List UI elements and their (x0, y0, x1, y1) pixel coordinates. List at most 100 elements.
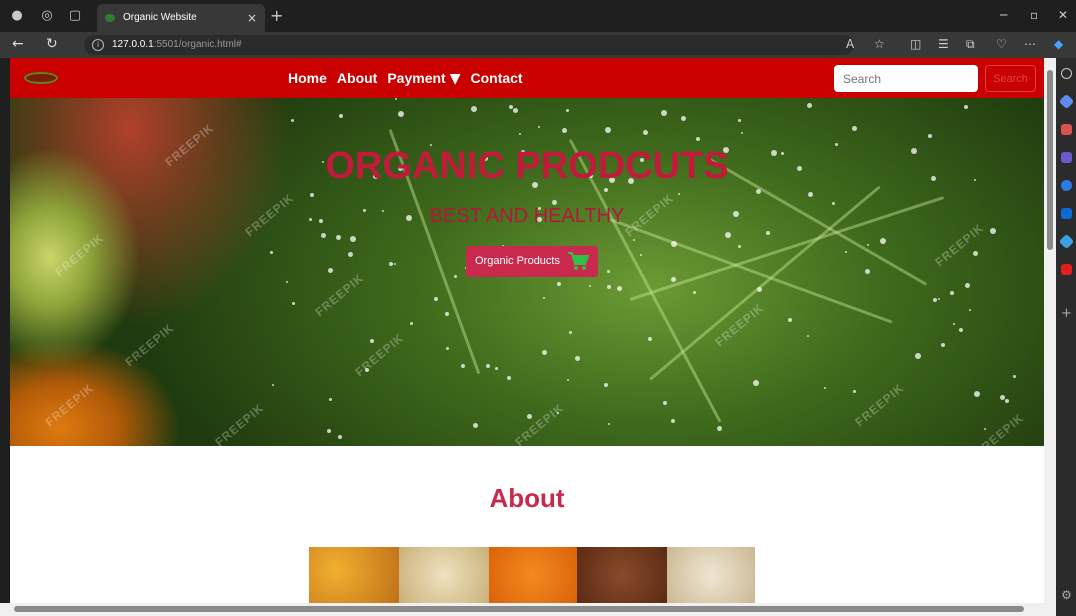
water-drop (807, 191, 813, 197)
close-tab-icon[interactable]: × (247, 4, 257, 32)
browser-tab-bar: ● ◎ ▢ Organic Website × + ─ ▫ ✕ (0, 0, 1076, 32)
water-drop (680, 115, 686, 121)
water-drop (338, 114, 343, 119)
new-tab-icon[interactable]: + (270, 6, 283, 25)
settings-gear-icon[interactable]: ⚙ (1061, 589, 1072, 601)
water-drop (543, 297, 546, 300)
water-drop (433, 297, 438, 302)
water-drop (335, 235, 341, 241)
water-drop (526, 414, 532, 420)
url-host: 127.0.0.1 (112, 39, 154, 50)
grains-image (309, 547, 755, 603)
scrollbar-thumb[interactable] (1047, 70, 1053, 250)
water-drop (349, 235, 356, 242)
water-drop (272, 384, 275, 387)
search-button[interactable]: Search (985, 65, 1036, 92)
corn-grains (309, 547, 399, 603)
telegram-icon[interactable] (1058, 233, 1075, 250)
youtube-icon[interactable] (1061, 264, 1072, 275)
water-drop (569, 331, 573, 335)
restore-icon[interactable]: ▫ (1030, 8, 1038, 22)
water-drop (270, 251, 274, 255)
water-drop (290, 118, 294, 122)
refresh-icon[interactable]: ↻ (46, 36, 58, 52)
nav-about[interactable]: About (337, 70, 377, 86)
minimize-icon[interactable]: ─ (1000, 8, 1007, 22)
water-drop (864, 268, 870, 274)
water-drop (507, 375, 512, 380)
water-drop (662, 400, 667, 405)
water-drop (940, 343, 945, 348)
freepik-watermark: FREEPIK (712, 300, 767, 350)
rice (667, 547, 755, 603)
tab-title: Organic Website (123, 12, 197, 23)
outlook-icon[interactable] (1061, 208, 1072, 219)
tag-icon[interactable] (1058, 93, 1075, 110)
organic-products-button[interactable]: Organic Products (466, 246, 598, 277)
more-options-icon[interactable]: ⋯ (1024, 37, 1036, 51)
buckwheat (577, 547, 667, 603)
nav-home[interactable]: Home (288, 70, 327, 86)
water-drop (844, 251, 847, 254)
freepik-watermark: FREEPIK (312, 270, 367, 320)
water-drop (603, 187, 608, 192)
water-drop (737, 119, 741, 123)
workspaces-icon[interactable]: ◎ (38, 7, 56, 25)
read-aloud-icon[interactable]: A (846, 37, 854, 51)
browser-sidebar: + ⚙ (1056, 58, 1076, 616)
copilot-icon[interactable]: ◆ (1054, 37, 1063, 51)
profile-icon[interactable]: ● (8, 7, 26, 25)
freepik-watermark: FREEPIK (352, 330, 407, 380)
search-icon[interactable] (1061, 68, 1072, 79)
scrollbar-thumb-h[interactable] (14, 606, 1024, 612)
water-drop (879, 238, 886, 245)
water-drop (292, 302, 296, 306)
collections-icon[interactable]: ⧉ (966, 37, 975, 52)
water-drop (671, 241, 678, 248)
water-drop (983, 427, 986, 430)
shopping-icon[interactable] (1061, 124, 1072, 135)
water-drop (575, 356, 581, 362)
address-toolbar: ← ↻ i 127.0.0.1:5501/organic.html# A ☆ ◫… (0, 32, 1076, 58)
water-drop (606, 270, 610, 274)
search-input[interactable] (834, 65, 978, 92)
water-drop (740, 131, 743, 134)
vertical-scrollbar[interactable] (1044, 58, 1056, 603)
tab-actions-icon[interactable]: ▢ (66, 7, 84, 25)
water-drop (787, 317, 792, 322)
water-drop (327, 428, 332, 433)
water-drop (949, 291, 954, 296)
water-drop (648, 336, 653, 341)
water-drop (472, 423, 478, 429)
water-drop (823, 387, 826, 390)
nav-payment-dropdown[interactable]: Payment ▼ (387, 70, 460, 87)
water-drop (328, 267, 334, 273)
water-drop (671, 418, 676, 423)
chickpeas (399, 547, 489, 603)
add-sidebar-icon[interactable]: + (1061, 307, 1072, 320)
games-icon[interactable] (1061, 152, 1072, 163)
split-screen-icon[interactable]: ◫ (910, 37, 921, 51)
browser-tab[interactable]: Organic Website × (97, 4, 265, 32)
site-info-icon[interactable]: i (92, 39, 104, 51)
nav-contact[interactable]: Contact (470, 70, 522, 86)
water-drop (692, 290, 696, 294)
hero-banner: FREEPIK FREEPIK FREEPIK FREEPIK FREEPIK FREEP… (10, 98, 1044, 446)
water-drop (393, 262, 396, 265)
logo[interactable] (24, 72, 58, 84)
water-drop (444, 311, 449, 316)
back-icon[interactable]: ← (12, 36, 24, 52)
browser-essentials-icon[interactable]: ♡ (996, 37, 1007, 51)
cart-icon (568, 252, 589, 270)
favorite-star-icon[interactable]: ☆ (874, 37, 885, 51)
water-drop (337, 434, 342, 439)
water-drop (1004, 399, 1009, 404)
horizontal-scrollbar[interactable] (0, 603, 1056, 616)
favorites-icon[interactable]: ☰ (938, 37, 949, 51)
water-drop (755, 189, 761, 195)
tools-icon[interactable] (1061, 180, 1072, 191)
close-window-icon[interactable]: ✕ (1058, 8, 1068, 22)
water-drop (494, 366, 498, 370)
freepik-watermark: FREEPIK (42, 380, 97, 430)
address-bar[interactable]: i 127.0.0.1:5501/organic.html# (84, 35, 854, 55)
